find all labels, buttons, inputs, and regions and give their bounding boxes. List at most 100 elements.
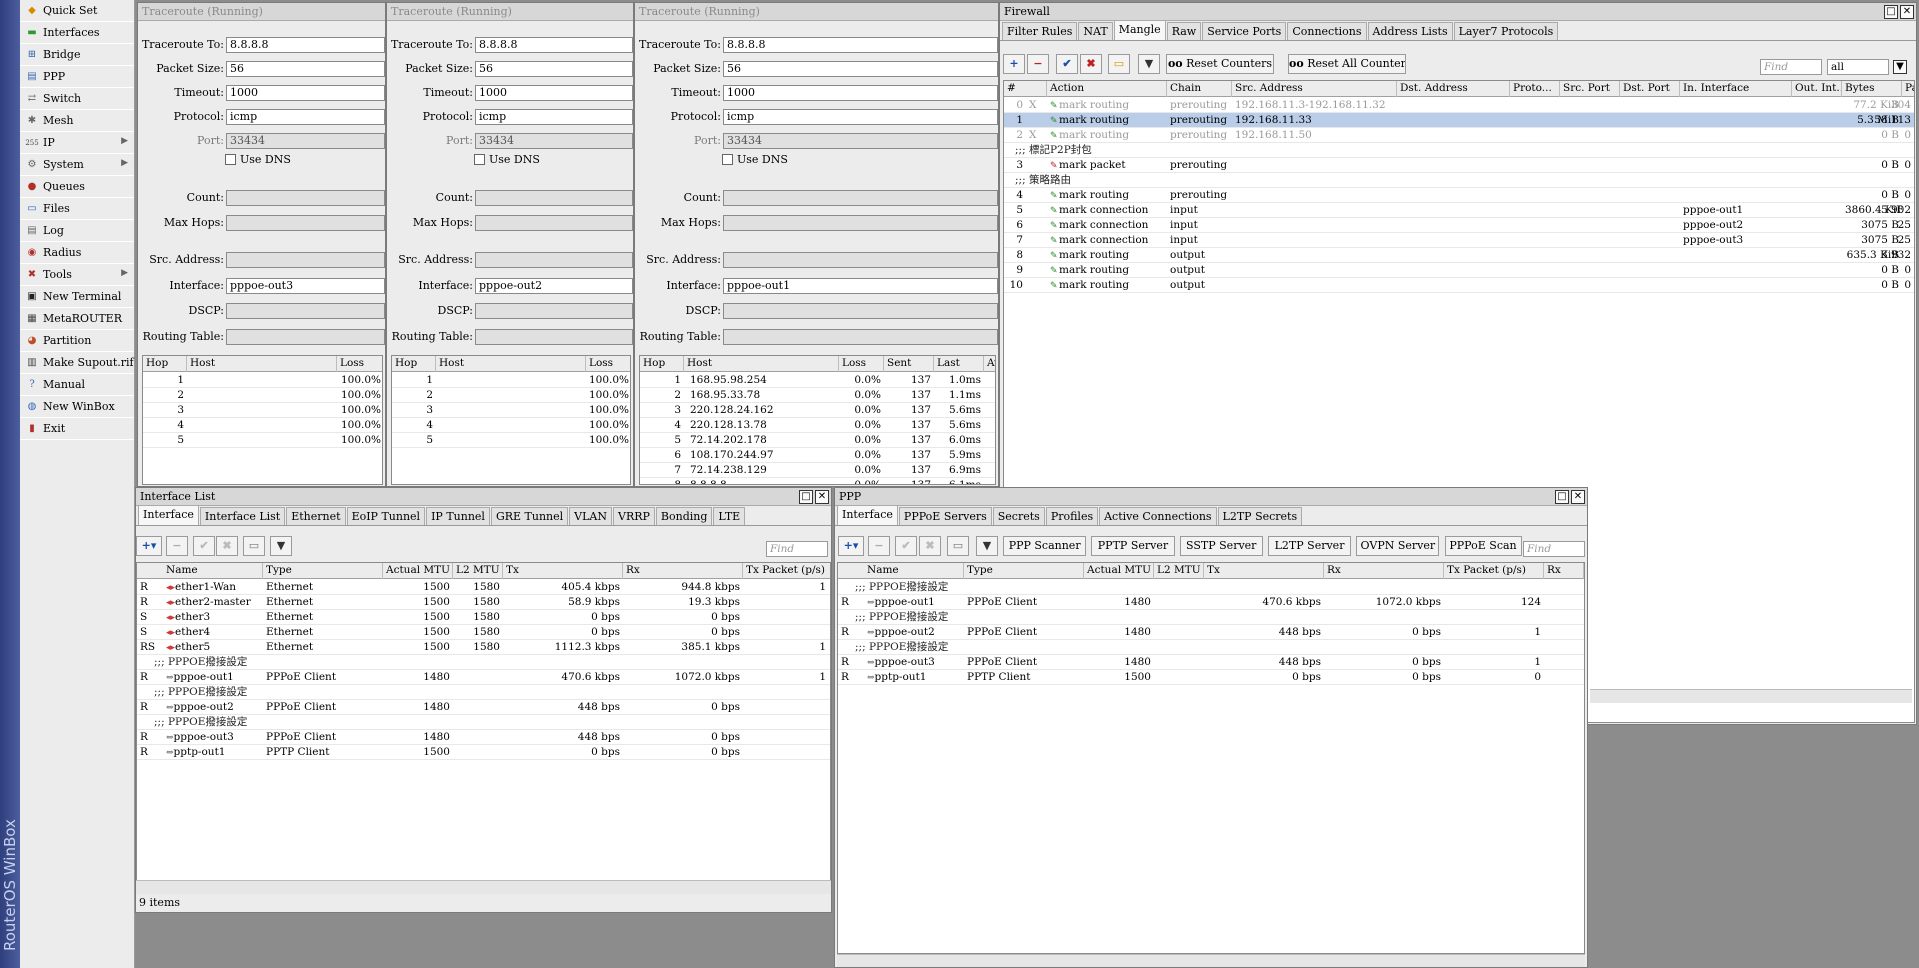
rule-row[interactable]: 1 ✎mark routing prerouting 192.168.11.33 5.3… (1004, 113, 1914, 128)
hop-row[interactable]: 3 100.0% (143, 403, 382, 418)
filter-icon[interactable]: ▼ (1138, 54, 1160, 74)
menu-item-bridge[interactable]: ⊞ Bridge (20, 44, 134, 66)
col-avg[interactable]: Av (984, 356, 995, 372)
close-button[interactable]: ✕ (1571, 490, 1585, 504)
col-hop[interactable]: Hop (143, 356, 187, 372)
pptp-server-button[interactable]: PPTP Server (1091, 536, 1175, 556)
field-size[interactable]: 56 (226, 61, 385, 77)
ppp-row[interactable]: R ⇔pppoe-out2 PPPoE Client 1480 448 bps 0 bps… (838, 625, 1584, 640)
find-input[interactable]: Find (766, 541, 828, 557)
filter-icon[interactable]: ▼ (976, 536, 998, 556)
traceroute-window-1[interactable]: Traceroute (Running) Traceroute To: 8.8.8.… (137, 2, 386, 487)
interface-row[interactable]: R ◂▸ether1-Wan Ethernet 1500 1580 405.4 kbps 9… (137, 580, 830, 595)
col-hop[interactable]: Hop (392, 356, 436, 372)
ppp-row[interactable]: R ⇔pptp-out1 PPTP Client 1500 0 bps 0 bps 0 (838, 670, 1584, 685)
field-count[interactable] (723, 190, 998, 206)
pppoe-scan-button[interactable]: PPPoE Scan (1444, 536, 1522, 556)
rule-row[interactable]: 5 ✎mark connection input pppoe-out1 3860.4 K… (1004, 203, 1914, 218)
field-port[interactable]: 33434 (226, 133, 385, 149)
menu-item-new-terminal[interactable]: ▣ New Terminal (20, 286, 134, 308)
rule-row[interactable]: 10 ✎mark routing output 0 B0 (1004, 278, 1914, 293)
hop-row[interactable]: 8 8.8.8.8 0.0% 137 6.1ms (640, 478, 995, 484)
menu-item-interfaces[interactable]: ▬ Interfaces (20, 22, 134, 44)
interface-row[interactable]: R ⇔pppoe-out1 PPPoE Client 1480 470.6 kbps 10… (137, 670, 830, 685)
tab-pppoe-servers[interactable]: PPPoE Servers (898, 507, 992, 525)
menu-item-switch[interactable]: ⇄ Switch (20, 88, 134, 110)
menu-item-ppp[interactable]: ▤ PPP (20, 66, 134, 88)
tab-layer7-protocols[interactable]: Layer7 Protocols (1453, 22, 1559, 40)
interface-row[interactable]: R ◂▸ether2-master Ethernet 1500 1580 58.9 kbp… (137, 595, 830, 610)
menu-item-quick-set[interactable]: ◆ Quick Set (20, 0, 134, 22)
field-timeout[interactable]: 1000 (723, 85, 998, 101)
menu-item-mesh[interactable]: ✱ Mesh (20, 110, 134, 132)
reset-all-counters-button[interactable]: oo Reset All Counters (1288, 54, 1406, 74)
tab-mangle[interactable]: Mangle (1113, 20, 1166, 40)
hop-row[interactable]: 1 168.95.98.254 0.0% 137 1.0ms (640, 373, 995, 388)
interface-row[interactable]: R ⇔pppoe-out3 PPPoE Client 1480 448 bps 0 bps (137, 730, 830, 745)
interface-row[interactable]: R ⇔pptp-out1 PPTP Client 1500 0 bps 0 bps (137, 745, 830, 760)
use-dns-checkbox[interactable] (722, 154, 733, 165)
hop-row[interactable]: 1 100.0% (143, 373, 382, 388)
menu-item-queues[interactable]: ● Queues (20, 176, 134, 198)
menu-item-log[interactable]: ▤ Log (20, 220, 134, 242)
remove-icon[interactable]: − (1027, 54, 1049, 74)
col-rx[interactable]: Rx (1324, 563, 1444, 579)
col-name[interactable]: Name (163, 563, 263, 579)
col-proto[interactable]: Proto... (1510, 81, 1560, 97)
tab-raw[interactable]: Raw (1166, 22, 1202, 40)
menu-item-exit[interactable]: ▮ Exit (20, 418, 134, 440)
hop-row[interactable]: 2 100.0% (392, 388, 630, 403)
field-src[interactable] (723, 252, 998, 268)
disable-icon[interactable]: ✖ (216, 536, 238, 556)
maximize-button[interactable]: □ (799, 490, 813, 504)
field-rtable[interactable] (226, 329, 385, 345)
col-num[interactable]: # (1004, 81, 1047, 97)
hop-row[interactable]: 5 100.0% (392, 433, 630, 448)
add-icon[interactable]: + (1003, 54, 1025, 74)
col-sport[interactable]: Src. Port (1560, 81, 1620, 97)
tab-vlan[interactable]: VLAN (569, 507, 612, 525)
tab-ethernet[interactable]: Ethernet (286, 507, 346, 525)
hop-row[interactable]: 4 100.0% (392, 418, 630, 433)
field-port[interactable]: 33434 (475, 133, 633, 149)
close-button[interactable]: ✕ (1900, 5, 1914, 19)
tab-connections[interactable]: Connections (1287, 22, 1367, 40)
tab-nat[interactable]: NAT (1078, 22, 1113, 40)
field-protocol[interactable]: icmp (475, 109, 633, 125)
field-maxhops[interactable] (226, 215, 385, 231)
tab-address-lists[interactable]: Address Lists (1367, 22, 1453, 40)
rule-row[interactable]: 0 X ✎mark routing prerouting 192.168.11.3-19… (1004, 98, 1914, 113)
filter-icon[interactable]: ▼ (270, 536, 292, 556)
col-action[interactable]: Action (1047, 81, 1167, 97)
interface-row[interactable]: S ◂▸ether4 Ethernet 1500 1580 0 bps 0 bps (137, 625, 830, 640)
col-packets[interactable]: Packets (1902, 81, 1914, 97)
field-timeout[interactable]: 1000 (226, 85, 385, 101)
col-txp[interactable]: Tx Packet (p/s) (1444, 563, 1544, 579)
disable-icon[interactable]: ✖ (919, 536, 941, 556)
reset-counters-button[interactable]: oo Reset Counters (1166, 54, 1274, 74)
field-to[interactable]: 8.8.8.8 (226, 37, 385, 53)
tab-gre-tunnel[interactable]: GRE Tunnel (490, 507, 569, 525)
field-src[interactable] (226, 252, 385, 268)
field-protocol[interactable]: icmp (226, 109, 385, 125)
maximize-button[interactable]: □ (1555, 490, 1569, 504)
col-loss[interactable]: Loss (337, 356, 382, 372)
tab-eoip-tunnel[interactable]: EoIP Tunnel (346, 507, 426, 525)
ppp-row[interactable]: R ⇔pppoe-out3 PPPoE Client 1480 448 bps 0 bps… (838, 655, 1584, 670)
col-l2mtu[interactable]: L2 MTU (453, 563, 503, 579)
ovpn-server-button[interactable]: OVPN Server (1356, 536, 1440, 556)
field-maxhops[interactable] (475, 215, 633, 231)
col-tx[interactable]: Tx (503, 563, 623, 579)
col-inif[interactable]: In. Interface (1680, 81, 1792, 97)
l2tp-server-button[interactable]: L2TP Server (1267, 536, 1352, 556)
col-l2mtu[interactable]: L2 MTU (1154, 563, 1204, 579)
enable-icon[interactable]: ✔ (193, 536, 215, 556)
add-icon[interactable]: +▾ (838, 536, 864, 556)
remove-icon[interactable]: − (868, 536, 890, 556)
menu-item-metarouter[interactable]: ▦ MetaROUTER (20, 308, 134, 330)
col-outif[interactable]: Out. Int... (1792, 81, 1842, 97)
sstp-server-button[interactable]: SSTP Server (1179, 536, 1263, 556)
field-iface[interactable]: pppoe-out2 (475, 278, 633, 294)
remove-icon[interactable]: − (166, 536, 188, 556)
interface-list-window[interactable]: Interface List ✕ □ Interface Interface List E… (135, 487, 832, 913)
